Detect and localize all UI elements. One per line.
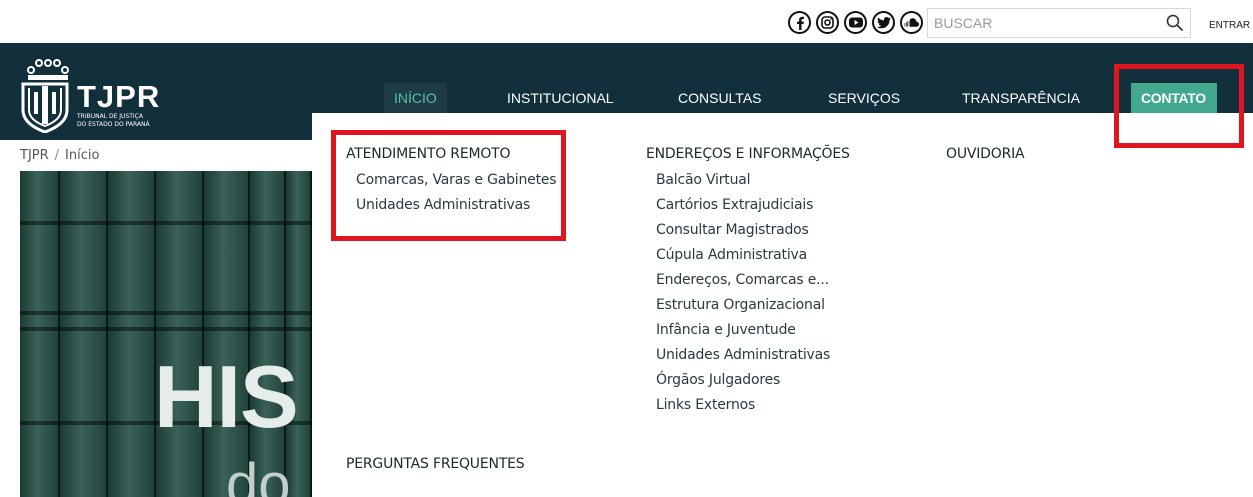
logo-title: TJPR (77, 79, 161, 114)
menu-link[interactable]: Endereços, Comarcas e... (646, 268, 850, 293)
menu-heading-ouvidoria[interactable]: OUVIDORIA (946, 146, 1025, 162)
hero-subtitle-text: do (226, 452, 291, 497)
logo-text: TJPR TRIBUNAL DE JUSTIÇA DO ESTADO DO PA… (77, 79, 161, 128)
menu-link[interactable]: Infância e Juventude (646, 318, 850, 343)
nav-consultas[interactable]: CONSULTAS (668, 83, 772, 113)
hero-title-text: HIS (154, 347, 299, 446)
book-spine (204, 171, 250, 497)
youtube-icon[interactable] (844, 11, 867, 34)
menu-link[interactable]: Consultar Magistrados (646, 218, 850, 243)
search-box (927, 8, 1191, 38)
facebook-icon[interactable] (788, 11, 811, 34)
book-spine (250, 171, 286, 497)
breadcrumb-separator: / (54, 148, 60, 163)
page: ENTRAR TJPR TRIBUNAL DE JUSTIÇA DO ESTAD… (0, 0, 1253, 497)
menu-link[interactable]: Balcão Virtual (646, 168, 850, 193)
court-emblem-icon (21, 59, 69, 133)
top-utility-bar: ENTRAR (0, 0, 1253, 43)
soundcloud-icon[interactable] (900, 11, 923, 34)
breadcrumb-root[interactable]: TJPR (20, 148, 49, 163)
book-spine (60, 171, 108, 497)
twitter-icon[interactable] (872, 11, 895, 34)
menu-column-enderecos: ENDEREÇOS E INFORMAÇÕES Balcão Virtual C… (646, 146, 850, 418)
menu-links: Balcão Virtual Cartórios Extrajudiciais … (646, 168, 850, 418)
book-band (20, 327, 312, 331)
nav-institucional[interactable]: INSTITUCIONAL (497, 83, 624, 113)
book-spine (156, 171, 204, 497)
breadcrumb: TJPR / Início (20, 148, 99, 163)
login-link[interactable]: ENTRAR (1209, 20, 1250, 31)
logo-subtitle-line2: DO ESTADO DO PARANÁ (77, 121, 150, 128)
menu-heading-enderecos[interactable]: ENDEREÇOS E INFORMAÇÕES (646, 146, 850, 162)
menu-link[interactable]: Unidades Administrativas (646, 343, 850, 368)
menu-column-perguntas: PERGUNTAS FREQUENTES (346, 456, 525, 472)
book-band (20, 311, 312, 315)
menu-link[interactable]: Cartórios Extrajudiciais (646, 193, 850, 218)
annotation-highlight-box (1114, 64, 1244, 148)
social-links (788, 11, 923, 34)
breadcrumb-current: Início (65, 148, 100, 163)
book-spine (108, 171, 156, 497)
logo-subtitle-line1: TRIBUNAL DE JUSTIÇA (77, 113, 143, 120)
nav-inicio[interactable]: INÍCIO (384, 83, 447, 113)
search-icon[interactable] (1166, 14, 1184, 36)
menu-link[interactable]: Cúpula Administrativa (646, 243, 850, 268)
instagram-icon[interactable] (816, 11, 839, 34)
book-band (20, 221, 312, 225)
menu-link[interactable]: Órgãos Julgadores (646, 368, 850, 393)
book-spine (20, 171, 60, 497)
book-spine (286, 171, 312, 497)
menu-heading-perguntas-frequentes[interactable]: PERGUNTAS FREQUENTES (346, 456, 525, 472)
search-input[interactable] (928, 9, 1164, 37)
menu-column-ouvidoria: OUVIDORIA (946, 146, 1025, 162)
tjpr-logo[interactable]: TJPR TRIBUNAL DE JUSTIÇA DO ESTADO DO PA… (19, 52, 160, 133)
nav-servicos[interactable]: SERVIÇOS (818, 83, 910, 113)
menu-link[interactable]: Links Externos (646, 393, 850, 418)
hero-banner-image[interactable]: HIS do (20, 171, 312, 497)
annotation-highlight-box (331, 130, 566, 241)
menu-link[interactable]: Estrutura Organizacional (646, 293, 850, 318)
nav-transparencia[interactable]: TRANSPARÊNCIA (952, 83, 1090, 113)
